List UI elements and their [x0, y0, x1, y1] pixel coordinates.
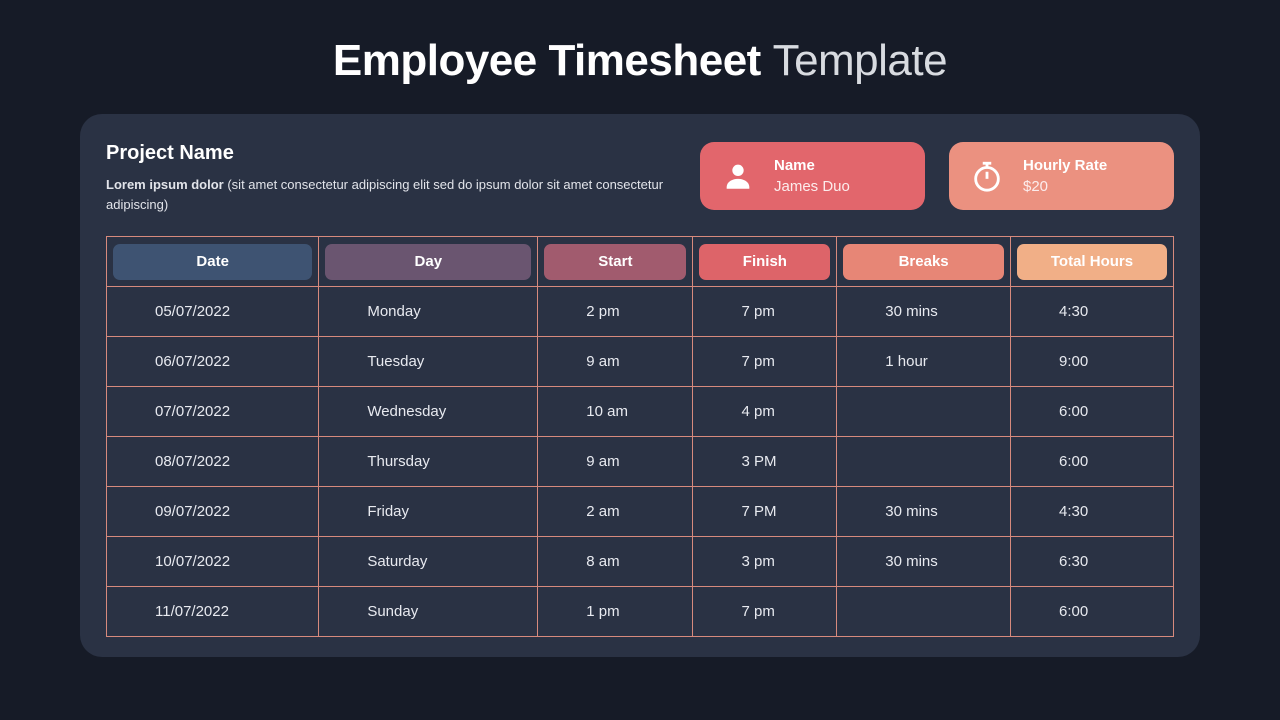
name-label: Name	[774, 157, 850, 174]
project-name-label: Project Name	[106, 142, 676, 165]
rate-label: Hourly Rate	[1023, 157, 1107, 174]
cell-breaks: 30 mins	[837, 287, 1011, 337]
table-row: 05/07/2022Monday2 pm7 pm30 mins4:30	[107, 287, 1174, 337]
cell-day: Saturday	[319, 537, 538, 587]
cell-start: 10 am	[538, 387, 693, 437]
table-row: 10/07/2022Saturday8 am3 pm30 mins6:30	[107, 537, 1174, 587]
cell-finish: 7 pm	[693, 287, 837, 337]
table-header-row: Date Day Start Finish Breaks Total Hours	[107, 237, 1174, 287]
header-row: Project Name Lorem ipsum dolor (sit amet…	[106, 142, 1174, 214]
rate-value: $20	[1023, 178, 1107, 195]
cell-finish: 7 pm	[693, 587, 837, 637]
cell-breaks: 30 mins	[837, 487, 1011, 537]
table-row: 08/07/2022Thursday9 am3 PM 6:00	[107, 437, 1174, 487]
col-finish: Finish	[699, 244, 830, 280]
stopwatch-icon	[967, 156, 1007, 196]
table-row: 06/07/2022Tuesday9 am7 pm1 hour9:00	[107, 337, 1174, 387]
name-card: Name James Duo	[700, 142, 925, 210]
cell-finish: 3 pm	[693, 537, 837, 587]
cell-finish: 7 pm	[693, 337, 837, 387]
cell-breaks: 1 hour	[837, 337, 1011, 387]
col-date: Date	[113, 244, 312, 280]
cell-day: Thursday	[319, 437, 538, 487]
cell-date: 09/07/2022	[107, 487, 319, 537]
col-start: Start	[544, 244, 686, 280]
cell-day: Tuesday	[319, 337, 538, 387]
timesheet-card: Project Name Lorem ipsum dolor (sit amet…	[80, 114, 1200, 657]
table-row: 09/07/2022Friday2 am7 PM30 mins4:30	[107, 487, 1174, 537]
table-row: 07/07/2022Wednesday10 am4 pm 6:00	[107, 387, 1174, 437]
title-light: Template	[773, 36, 948, 85]
cell-finish: 4 pm	[693, 387, 837, 437]
col-breaks: Breaks	[843, 244, 1004, 280]
project-block: Project Name Lorem ipsum dolor (sit amet…	[106, 142, 676, 214]
table-row: 11/07/2022Sunday1 pm7 pm 6:00	[107, 587, 1174, 637]
project-description: Lorem ipsum dolor (sit amet consectetur …	[106, 175, 676, 214]
cell-date: 07/07/2022	[107, 387, 319, 437]
cell-start: 2 pm	[538, 287, 693, 337]
cell-start: 9 am	[538, 337, 693, 387]
cell-start: 8 am	[538, 537, 693, 587]
cell-breaks	[837, 587, 1011, 637]
cell-breaks	[837, 437, 1011, 487]
cell-date: 08/07/2022	[107, 437, 319, 487]
cell-date: 10/07/2022	[107, 537, 319, 587]
cell-day: Wednesday	[319, 387, 538, 437]
cell-finish: 7 PM	[693, 487, 837, 537]
cell-date: 11/07/2022	[107, 587, 319, 637]
rate-card: Hourly Rate $20	[949, 142, 1174, 210]
cell-start: 1 pm	[538, 587, 693, 637]
title-bold: Employee Timesheet	[333, 36, 761, 85]
project-desc-bold: Lorem ipsum dolor	[106, 177, 224, 192]
timesheet-table: Date Day Start Finish Breaks Total Hours…	[106, 236, 1174, 637]
cell-start: 2 am	[538, 487, 693, 537]
cell-start: 9 am	[538, 437, 693, 487]
col-day: Day	[325, 244, 531, 280]
cell-breaks	[837, 387, 1011, 437]
cell-total: 6:30	[1010, 537, 1173, 587]
person-icon	[718, 156, 758, 196]
cell-day: Friday	[319, 487, 538, 537]
cell-date: 05/07/2022	[107, 287, 319, 337]
name-value: James Duo	[774, 178, 850, 195]
cell-finish: 3 PM	[693, 437, 837, 487]
cell-day: Sunday	[319, 587, 538, 637]
cell-total: 6:00	[1010, 387, 1173, 437]
col-total: Total Hours	[1017, 244, 1167, 280]
cell-total: 6:00	[1010, 437, 1173, 487]
page-title: Employee Timesheet Template	[0, 0, 1280, 114]
cell-total: 4:30	[1010, 487, 1173, 537]
cell-date: 06/07/2022	[107, 337, 319, 387]
cell-day: Monday	[319, 287, 538, 337]
cell-breaks: 30 mins	[837, 537, 1011, 587]
cell-total: 9:00	[1010, 337, 1173, 387]
cell-total: 6:00	[1010, 587, 1173, 637]
cell-total: 4:30	[1010, 287, 1173, 337]
